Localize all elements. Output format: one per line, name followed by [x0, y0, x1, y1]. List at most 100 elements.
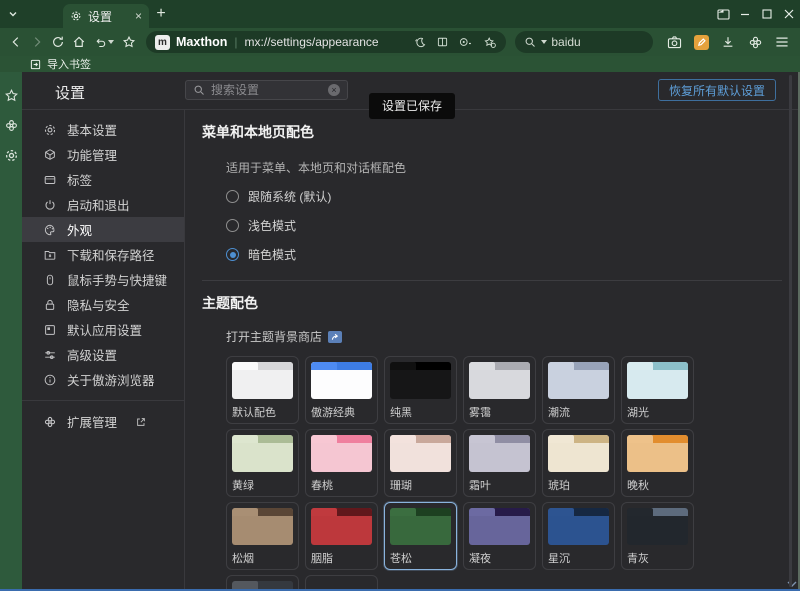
- clear-search-icon[interactable]: ×: [328, 84, 340, 96]
- address-bar[interactable]: m Maxthon | mx://settings/appearance: [146, 31, 506, 53]
- favorites-rail-icon[interactable]: [4, 88, 19, 103]
- sidebar-item-features[interactable]: 功能管理: [22, 142, 184, 167]
- favorite-star-button[interactable]: [118, 31, 139, 53]
- sidebar-item-tabs[interactable]: 标签: [22, 167, 184, 192]
- theme-label: 湖光: [627, 404, 688, 420]
- theme-swatch: [627, 508, 688, 545]
- theme-card[interactable]: 潮流: [542, 356, 615, 424]
- radio-icon-checked[interactable]: [226, 248, 239, 261]
- theme-card[interactable]: 星沉: [542, 502, 615, 570]
- brand-name: Maxthon: [176, 35, 227, 49]
- scrollbar-track[interactable]: [789, 75, 792, 587]
- tab-close-icon[interactable]: ×: [135, 10, 142, 22]
- open-store-icon[interactable]: [328, 331, 342, 343]
- menu-icon[interactable]: [772, 31, 792, 53]
- theme-label: 默认配色: [232, 404, 293, 420]
- close-button[interactable]: [778, 0, 800, 28]
- sidebar-item-about[interactable]: 关于傲游浏览器: [22, 367, 184, 392]
- radio-light-mode[interactable]: 浅色模式: [226, 217, 782, 234]
- chevron-down-icon: [108, 40, 114, 44]
- info-icon: [43, 373, 57, 387]
- theme-card[interactable]: 晚秋: [621, 429, 694, 497]
- theme-card[interactable]: 湖光: [621, 356, 694, 424]
- sidebar-item-basic[interactable]: 基本设置: [22, 117, 184, 142]
- screenshot-icon[interactable]: [664, 31, 684, 53]
- theme-swatch: [311, 362, 372, 399]
- theme-card[interactable]: 珊瑚: [384, 429, 457, 497]
- workspace-icon[interactable]: [712, 0, 734, 28]
- settings-rail-icon[interactable]: [4, 148, 19, 163]
- undo-closed-tabs-button[interactable]: [89, 31, 118, 53]
- sidebar-item-gestures[interactable]: 鼠标手势与快捷键: [22, 267, 184, 292]
- radio-icon[interactable]: [226, 190, 239, 203]
- chevron-down-icon[interactable]: [541, 40, 547, 44]
- theme-store-link[interactable]: 打开主题背景商店: [226, 328, 782, 345]
- import-bookmarks-button[interactable]: 导入书签: [47, 56, 91, 72]
- reader-mode-icon[interactable]: [436, 36, 449, 48]
- maximize-button[interactable]: [756, 0, 778, 28]
- sidebar-item-extensions[interactable]: 扩展管理: [22, 409, 184, 434]
- home-button[interactable]: [68, 31, 89, 53]
- settings-search-box[interactable]: ×: [185, 80, 348, 100]
- sidebar-item-advanced[interactable]: 高级设置: [22, 342, 184, 367]
- theme-card[interactable]: 默认配色: [226, 356, 299, 424]
- menu-colors-title: 菜单和本地页配色: [202, 122, 782, 142]
- restore-defaults-button[interactable]: 恢复所有默认设置: [658, 79, 776, 101]
- theme-grid: 默认配色 傲游经典 纯黑 雾霭: [226, 356, 782, 591]
- theme-label: 傲游经典: [311, 404, 372, 420]
- sliders-icon: [43, 348, 57, 362]
- theme-label: 黄绿: [232, 477, 293, 493]
- theme-swatch: [627, 362, 688, 399]
- titlebar: 设置 × +: [0, 0, 800, 28]
- theme-label: 珊瑚: [390, 477, 451, 493]
- theme-card[interactable]: 琥珀: [542, 429, 615, 497]
- sidebar-item-appearance[interactable]: 外观: [22, 217, 184, 242]
- address-separator: |: [234, 35, 237, 49]
- theme-swatch: [232, 508, 293, 545]
- theme-card-selected[interactable]: 苍松: [384, 502, 457, 570]
- sidebar-item-startup[interactable]: 启动和退出: [22, 192, 184, 217]
- app-window-icon: [43, 323, 57, 337]
- theme-card[interactable]: 纯黑: [384, 356, 457, 424]
- settings-search-input[interactable]: [211, 83, 322, 97]
- import-bookmarks-icon: [30, 59, 41, 70]
- scroll-down-icon[interactable]: [786, 580, 798, 589]
- back-button[interactable]: [5, 31, 26, 53]
- sidebar-item-downloads[interactable]: 下载和保存路径: [22, 242, 184, 267]
- menu-colors-description: 适用于菜单、本地页和对话框配色: [226, 159, 782, 176]
- theme-card[interactable]: 春桃: [305, 429, 378, 497]
- theme-card[interactable]: 傲游经典: [305, 356, 378, 424]
- quick-search-box[interactable]: baidu: [515, 31, 653, 53]
- extensions-icon[interactable]: [745, 31, 765, 53]
- url-text[interactable]: mx://settings/appearance: [245, 35, 414, 49]
- night-mode-icon[interactable]: [413, 36, 427, 49]
- downloads-icon[interactable]: [718, 31, 738, 53]
- search-engine-value[interactable]: baidu: [551, 35, 580, 49]
- radio-follow-system[interactable]: 跟随系统 (默认): [226, 188, 782, 205]
- theme-card[interactable]: 凝夜: [463, 502, 536, 570]
- theme-card[interactable]: 黄绿: [226, 429, 299, 497]
- theme-card[interactable]: 雾霭: [463, 356, 536, 424]
- forward-button[interactable]: [26, 31, 47, 53]
- theme-colors-title: 主题配色: [202, 293, 782, 313]
- radio-dark-mode[interactable]: 暗色模式: [226, 246, 782, 263]
- theme-label: 胭脂: [311, 550, 372, 566]
- theme-card[interactable]: 霜叶: [463, 429, 536, 497]
- refresh-button[interactable]: [47, 31, 68, 53]
- sidebar-item-default-apps[interactable]: 默认应用设置: [22, 317, 184, 342]
- radio-icon[interactable]: [226, 219, 239, 232]
- maxnote-rail-icon[interactable]: [4, 118, 19, 133]
- sidebar-item-privacy[interactable]: 隐私与安全: [22, 292, 184, 317]
- theme-swatch: [548, 435, 609, 472]
- tab-list-button[interactable]: [0, 0, 26, 28]
- theme-card[interactable]: 青灰: [621, 502, 694, 570]
- notes-icon[interactable]: [691, 31, 711, 53]
- minimize-button[interactable]: [734, 0, 756, 28]
- page-tools-icon[interactable]: [458, 36, 474, 48]
- theme-card[interactable]: 松烟: [226, 502, 299, 570]
- add-favorite-icon[interactable]: [483, 36, 497, 49]
- theme-swatch: [390, 362, 451, 399]
- new-tab-button[interactable]: +: [149, 0, 173, 28]
- theme-card[interactable]: 胭脂: [305, 502, 378, 570]
- tab-settings[interactable]: 设置 ×: [63, 4, 149, 28]
